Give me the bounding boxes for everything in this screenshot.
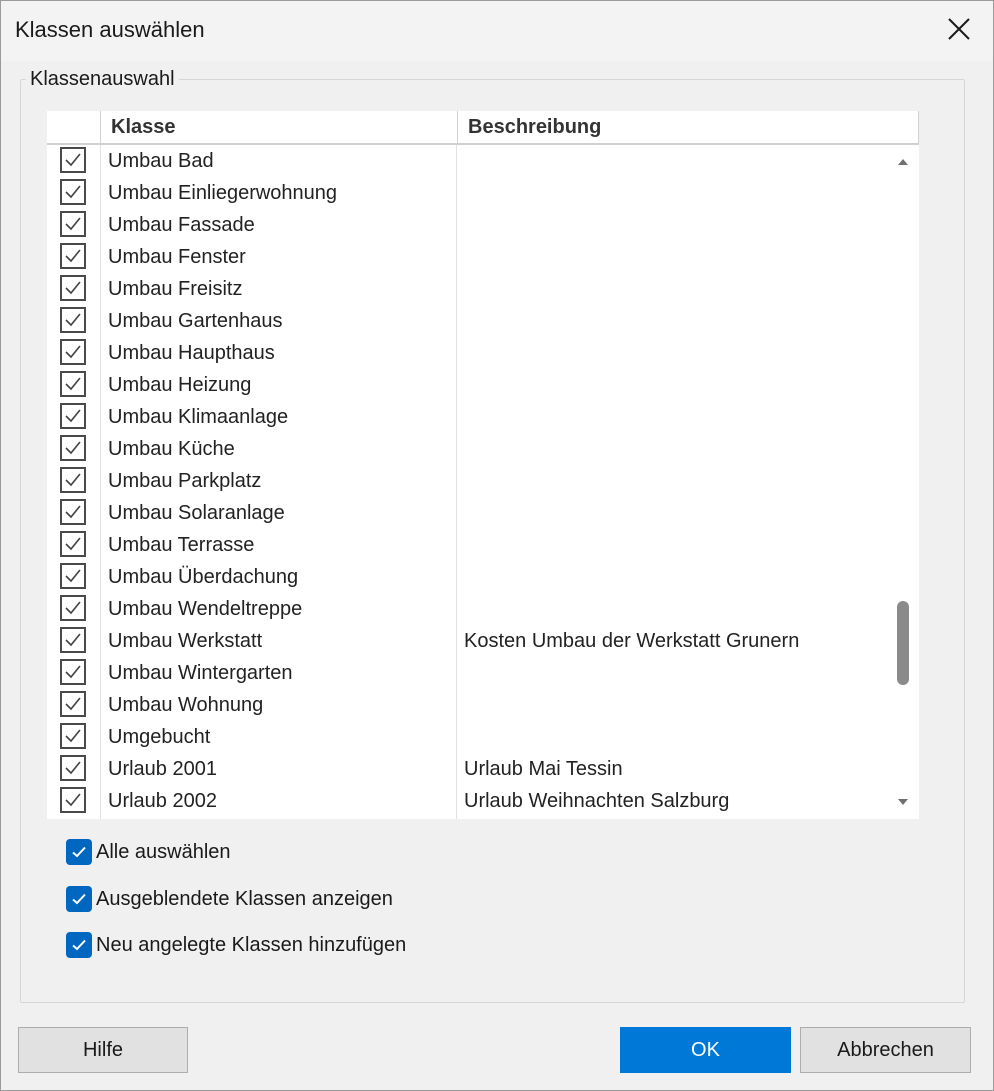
close-icon [948, 17, 970, 45]
row-klasse: Umbau Solaranlage [108, 502, 285, 524]
table-row[interactable]: Umbau Fenster [47, 241, 887, 273]
row-checkbox[interactable] [60, 211, 86, 237]
row-klasse: Umbau Einliegerwohnung [108, 182, 338, 204]
table-row[interactable]: Umbau Terrasse [47, 529, 887, 561]
table-row[interactable]: Umbau Freisitz [47, 273, 887, 305]
row-klasse: Umbau Haupthaus [108, 342, 275, 364]
ok-button[interactable]: OK [620, 1027, 791, 1073]
row-checkbox[interactable] [60, 435, 86, 461]
row-klasse: Umgebucht [108, 726, 211, 748]
row-klasse: Umbau Heizung [108, 374, 252, 396]
row-klasse: Umbau Fassade [108, 214, 255, 236]
row-klasse: Umbau Wohnung [108, 694, 264, 716]
table-row[interactable]: Umbau Küche [47, 433, 887, 465]
row-klasse: Umbau Wintergarten [108, 662, 293, 684]
row-checkbox[interactable] [60, 659, 86, 685]
scroll-down-arrow-icon[interactable] [896, 795, 910, 809]
table-row[interactable]: Umbau Parkplatz [47, 465, 887, 497]
row-klasse: Umbau Parkplatz [108, 470, 262, 492]
table-row[interactable]: Urlaub 2002 Urlaub Weihnachten Salzburg [47, 785, 887, 817]
row-klasse: Umbau Terrasse [108, 534, 255, 556]
row-checkbox[interactable] [60, 275, 86, 301]
row-checkbox[interactable] [60, 467, 86, 493]
select-all-label: Alle auswählen [96, 840, 231, 863]
row-klasse: Umbau Bad [108, 150, 214, 172]
table-row[interactable]: Umbau Werkstatt Kosten Umbau der Werkstat… [47, 625, 887, 657]
group-label: Klassenauswahl [26, 68, 179, 91]
table-row[interactable]: Umbau Einliegerwohnung [47, 177, 887, 209]
row-beschreibung: Kosten Umbau der Werkstatt Grunern [464, 630, 800, 652]
table-row[interactable]: Umbau Wohnung [47, 689, 887, 721]
list-header: Klasse Beschreibung [47, 111, 919, 145]
header-beschreibung[interactable]: Beschreibung [457, 111, 919, 143]
table-row[interactable]: Urlaub 2001 Urlaub Mai Tessin [47, 753, 887, 785]
show-hidden-option[interactable]: Ausgeblendete Klassen anzeigen [66, 885, 393, 913]
row-klasse: Umbau Küche [108, 438, 235, 460]
table-row[interactable]: Umbau Heizung [47, 369, 887, 401]
select-all-option[interactable]: Alle auswählen [66, 838, 231, 866]
scroll-thumb[interactable] [897, 601, 909, 685]
class-list[interactable]: Klasse Beschreibung Umbau Bad Umbau Einli… [47, 111, 919, 819]
row-checkbox[interactable] [60, 627, 86, 653]
row-klasse: Umbau Klimaanlage [108, 406, 289, 428]
row-beschreibung: Urlaub Mai Tessin [464, 758, 623, 780]
table-row[interactable]: Umbau Überdachung [47, 561, 887, 593]
select-all-checkbox[interactable] [66, 839, 92, 865]
row-klasse: Umbau Überdachung [108, 566, 299, 588]
row-klasse: Urlaub 2001 [108, 758, 217, 780]
table-row[interactable]: Umbau Fassade [47, 209, 887, 241]
row-checkbox[interactable] [60, 787, 86, 813]
row-checkbox[interactable] [60, 723, 86, 749]
row-checkbox[interactable] [60, 755, 86, 781]
table-row[interactable]: Umbau Wendeltreppe [47, 593, 887, 625]
row-klasse: Umbau Gartenhaus [108, 310, 283, 332]
row-klasse: Umbau Freisitz [108, 278, 243, 300]
help-button[interactable]: Hilfe [18, 1027, 188, 1073]
row-checkbox[interactable] [60, 179, 86, 205]
row-klasse: Urlaub 2002 [108, 790, 217, 812]
row-checkbox[interactable] [60, 563, 86, 589]
table-row[interactable]: Umbau Gartenhaus [47, 305, 887, 337]
table-row[interactable]: Umbau Klimaanlage [47, 401, 887, 433]
row-checkbox[interactable] [60, 691, 86, 717]
header-check-column[interactable] [47, 111, 100, 143]
show-hidden-checkbox[interactable] [66, 886, 92, 912]
row-beschreibung: Urlaub Weihnachten Salzburg [464, 790, 730, 812]
row-checkbox[interactable] [60, 307, 86, 333]
dialog-title: Klassen auswählen [15, 17, 205, 42]
show-hidden-label: Ausgeblendete Klassen anzeigen [96, 887, 393, 910]
add-new-option[interactable]: Neu angelegte Klassen hinzufügen [66, 931, 406, 959]
header-klasse[interactable]: Klasse [100, 111, 457, 143]
scroll-up-arrow-icon[interactable] [896, 155, 910, 169]
row-checkbox[interactable] [60, 243, 86, 269]
row-checkbox[interactable] [60, 147, 86, 173]
row-checkbox[interactable] [60, 531, 86, 557]
vertical-scrollbar[interactable] [887, 145, 919, 819]
row-klasse: Umbau Wendeltreppe [108, 598, 303, 620]
row-checkbox[interactable] [60, 339, 86, 365]
list-body: Umbau Bad Umbau Einliegerwohnung Umbau Fas… [47, 145, 887, 819]
table-row[interactable]: Umbau Solaranlage [47, 497, 887, 529]
table-row[interactable]: Umgebucht [47, 721, 887, 753]
close-button[interactable] [935, 11, 983, 51]
table-row[interactable]: Umbau Bad [47, 145, 887, 177]
cancel-button[interactable]: Abbrechen [800, 1027, 971, 1073]
row-checkbox[interactable] [60, 371, 86, 397]
row-checkbox[interactable] [60, 403, 86, 429]
add-new-label: Neu angelegte Klassen hinzufügen [96, 933, 407, 956]
title-bar: Klassen auswählen [1, 1, 993, 61]
row-checkbox[interactable] [60, 499, 86, 525]
add-new-checkbox[interactable] [66, 932, 92, 958]
table-row[interactable]: Umbau Haupthaus [47, 337, 887, 369]
row-klasse: Umbau Fenster [108, 246, 246, 268]
table-row[interactable]: Umbau Wintergarten [47, 657, 887, 689]
row-klasse: Umbau Werkstatt [108, 630, 263, 652]
row-checkbox[interactable] [60, 595, 86, 621]
